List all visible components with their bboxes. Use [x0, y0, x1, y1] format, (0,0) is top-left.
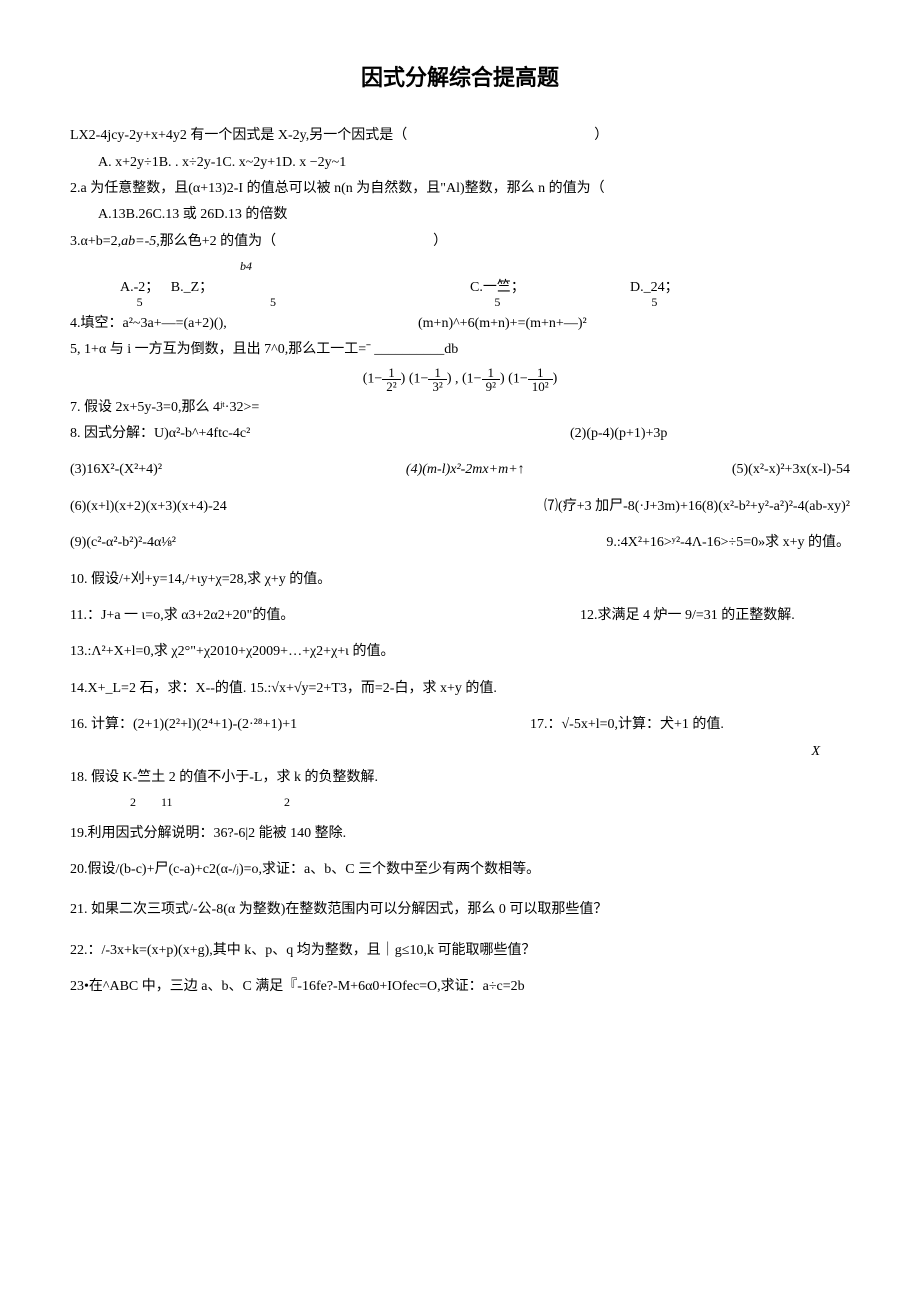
q22: 22.：/-3x+k=(x+p)(x+g),其中 k、p、q 均为整数，且｜g≤…	[70, 940, 850, 962]
q1-options: A. x+2y÷1B. . x÷2y-1C. x~2y+1D. x −2y~1	[70, 152, 850, 174]
q8-4: (4)(m-l)x²-2mx+m+↑	[406, 459, 636, 481]
q3-c: 那么色+2 的值为（	[160, 234, 276, 249]
q4-left: 4.填空：a²~3a+—=(a+2)(),	[70, 313, 400, 335]
q16-17: 16. 计算：(2+1)(2²+l)(2⁴+1)-(2·²⁸+1)+1 17.：…	[70, 714, 850, 736]
q8-3: (3)16X²-(X²+4)²	[70, 459, 310, 481]
q10: 10. 假设/+刈+y=14,/+ιy+χ=28,求 χ+y 的值。	[70, 569, 850, 591]
q8-row3: (6)(x+l)(x+2)(x+3)(x+4)-24 ⑺(疗+3 加尸-8(·J…	[70, 496, 850, 518]
q3-optC: C.一竺；5	[470, 280, 525, 309]
q3-stem: 3.α+b=2,ab=-5,那么色+2 的值为（ ）	[70, 231, 850, 253]
q4-right: (m+n)^+6(m+n)+=(m+n+—)²	[418, 313, 587, 335]
q3-tail: ）	[433, 234, 447, 249]
page-title: 因式分解综合提高题	[70, 60, 850, 95]
q3-optA: A.-2；5	[120, 280, 159, 309]
q8-9: (9)(c²-α²-b²)²-4α⅛²	[70, 532, 400, 554]
q1-tail: ）	[594, 128, 608, 143]
q11-12: 11.：J+a 一 ι=o,求 α3+2α2+20"的值。 12.求满足 4 炉…	[70, 605, 850, 627]
q8-row2: (3)16X²-(X²+4)² (4)(m-l)x²-2mx+m+↑ (5)(x…	[70, 459, 850, 481]
q3-options: A.-2；5 B._Z； 5 C.一竺；5 D._24；5	[70, 280, 850, 309]
q8-row4: (9)(c²-α²-b²)²-4α⅛² 9.:4X²+16>ʸ²-4Λ-16>÷…	[70, 532, 850, 554]
q1-text: LX2-4jcy-2y+x+4y2 有一个因式是 X-2y,另一个因式是（	[70, 128, 407, 143]
q8-6: (6)(x+l)(x+2)(x+3)(x+4)-24	[70, 496, 400, 518]
q2-stem: 2.a 为任意整数，且(α+13)2-I 的值总可以被 n(n 为自然数，且"A…	[70, 178, 850, 200]
q3-optD: D._24；5	[630, 280, 679, 309]
q18: 18. 假设 K-竺土 2 的值不小于-L，求 k 的负整数解.	[70, 767, 850, 789]
float-x: X	[811, 741, 820, 763]
q6-formula: (1−12²) (1−13²) , (1−19²) (1−110²)	[70, 366, 850, 393]
q16: 16. 计算：(2+1)(2²+l)(2⁴+1)-(2·²⁸+1)+1	[70, 714, 297, 736]
q14-15: 14.X+_L=2 石，求：X--的值. 15.:√x+√y=2+T3，而=2-…	[70, 678, 850, 700]
q13: 13.:Λ²+X+l=0,求 χ2°"+χ2010+χ2009+…+χ2+χ+ι…	[70, 641, 850, 663]
q8-left: 8. 因式分解：U)α²-b^+4ftc-4c²	[70, 423, 250, 445]
q11: 11.：J+a 一 ι=o,求 α3+2α2+20"的值。	[70, 605, 294, 627]
q8: 8. 因式分解：U)α²-b^+4ftc-4c² (2)(p-4)(p+1)+3…	[70, 423, 850, 445]
q21: 21. 如果二次三项式/-公-8(α 为整数)在整数范围内可以分解因式，那么 0…	[70, 899, 850, 921]
q18-text: 18. 假设 K-竺土 2 的值不小于-L，求 k 的负整数解.	[70, 770, 378, 785]
q3-optB-den: 5	[270, 280, 276, 309]
q1-stem: LX2-4jcy-2y+x+4y2 有一个因式是 X-2y,另一个因式是（ ）	[70, 125, 850, 147]
q20: 20.假设/(b-c)+尸(c-a)+c2(α-/ⱼ)=o,求证：a、b、C 三…	[70, 859, 850, 881]
q12: 12.求满足 4 炉一 9/=31 的正整数解.	[580, 605, 850, 627]
q19: 19.利用因式分解说明：36?-6|2 能被 140 整除.	[70, 823, 850, 845]
q2-options: A.13B.26C.13 或 26D.13 的倍数	[70, 204, 850, 226]
q7: 7. 假设 2x+5y-3=0,那么 4ʲᵗ·32>=	[70, 397, 850, 419]
q5: 5, 1+α 与 i 一方互为倒数，且出 7^0,那么工一工=ˉ _______…	[70, 339, 850, 361]
q3-sub: b4	[70, 257, 850, 276]
q3-a: 3.α+b=2,	[70, 234, 121, 249]
q3-b: ab=-5,	[121, 234, 160, 249]
q17: 17.：√-5x+l=0,计算：犬+1 的值.	[530, 714, 850, 736]
q8-5: (5)(x²-x)²+3x(x-l)-54	[732, 459, 850, 481]
q4: 4.填空：a²~3a+—=(a+2)(), (m+n)^+6(m+n)+=(m+…	[70, 313, 850, 335]
q9: 9.:4X²+16>ʸ²-4Λ-16>÷5=0»求 x+y 的值。	[606, 532, 850, 554]
q18-dens: 2 11 2	[70, 793, 850, 812]
q8-right: (2)(p-4)(p+1)+3p	[570, 423, 850, 445]
q8-7-8: ⑺(疗+3 加尸-8(·J+3m)+16(8)(x²-b²+y²-a²)²-4(…	[544, 496, 850, 518]
q23: 23•在^ABC 中，三边 a、b、C 满足『-16fe?-M+6α0+IOfe…	[70, 976, 850, 998]
q3-optB: B._Z；	[171, 280, 213, 295]
